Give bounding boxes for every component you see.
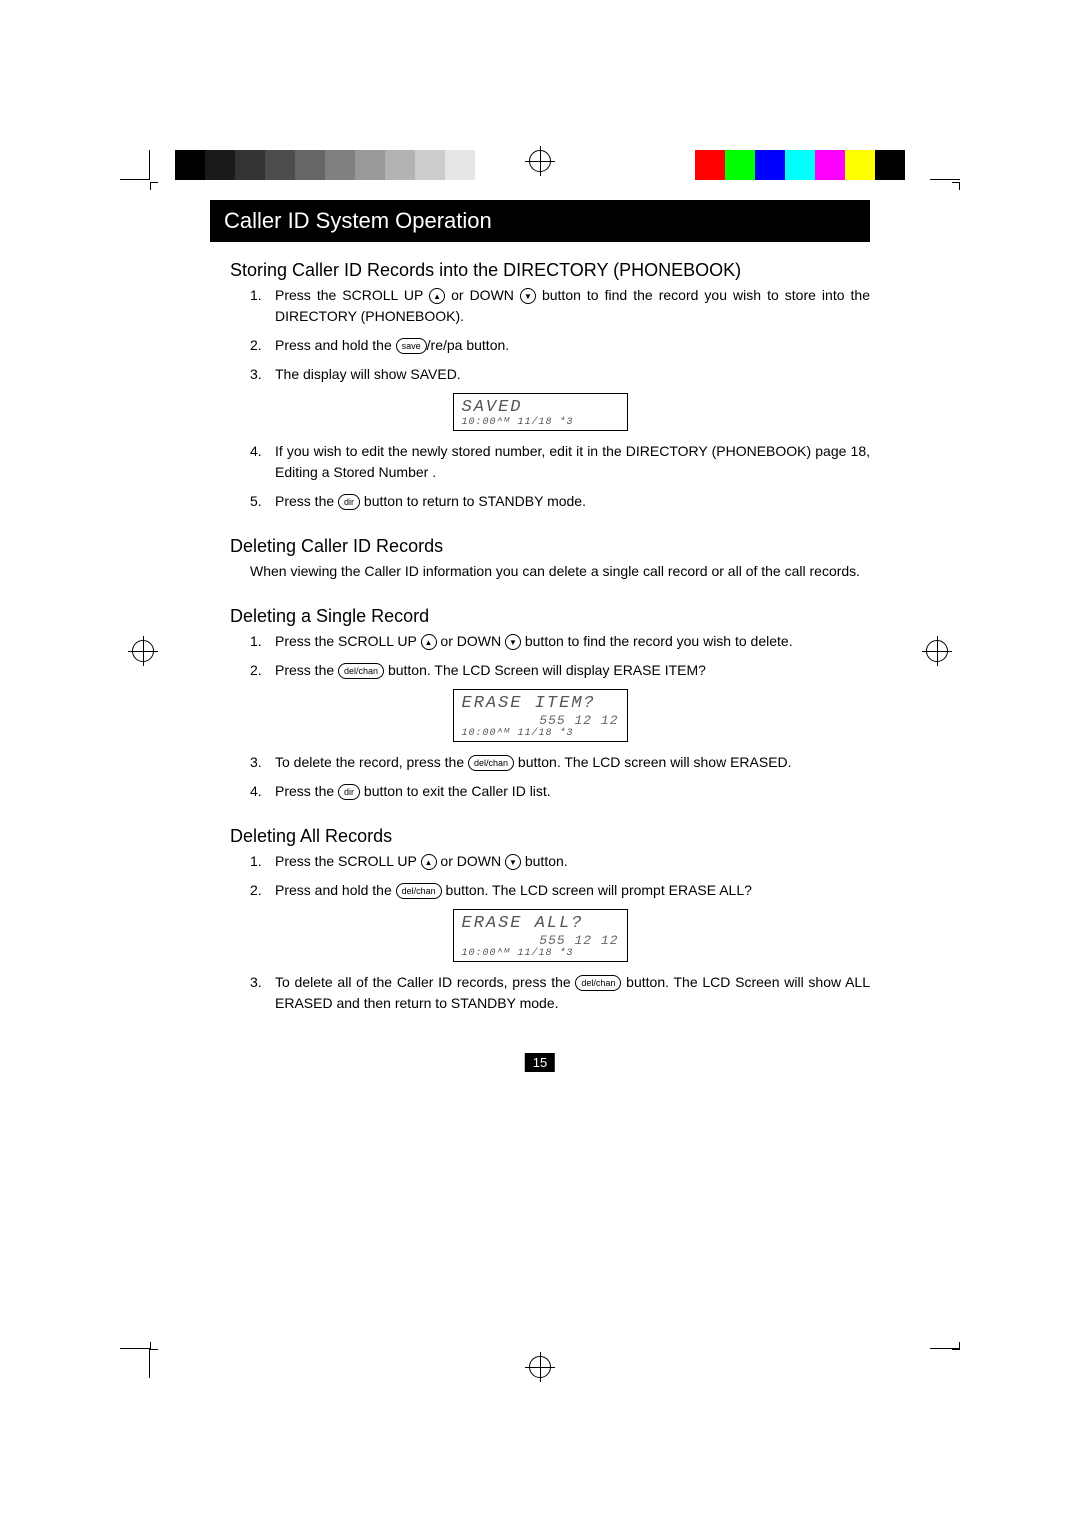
list-item: 2. Press and hold the del/chan button. T… [250,880,870,901]
registration-mark [926,640,948,662]
lcd-line: ERASE ALL? [462,914,619,933]
scroll-down-icon [520,288,536,304]
list-item: 3. To delete the record, press the del/c… [250,752,870,773]
del-chan-button-icon: del/chan [468,755,514,771]
list-item: 2. Press the del/chan button. The LCD Sc… [250,660,870,681]
crop-mark [952,1342,960,1350]
list-item: 1. Press the SCROLL UP or DOWN button to… [250,631,870,652]
lcd-line: SAVED [462,398,619,417]
all-list-2: 3. To delete all of the Caller ID record… [250,972,870,1014]
lcd-erase-item: ERASE ITEM? 555 12 12 10:00ᴬᴹ 11/18 *3 [453,689,628,742]
section-heading-all: Deleting All Records [230,826,870,847]
lcd-line: 10:00ᴬᴹ 11/18 *3 [462,948,619,959]
list-item: 1. Press the SCROLL UP or DOWN button to… [250,285,870,327]
dir-button-icon: dir [338,784,360,800]
crop-mark [150,1342,158,1350]
list-item: 3. The display will show SAVED. [250,364,870,385]
grayscale-bar [175,150,475,180]
crop-mark [120,1348,150,1378]
lcd-erase-all: ERASE ALL? 555 12 12 10:00ᴬᴹ 11/18 *3 [453,909,628,962]
page-title: Caller ID System Operation [210,200,870,242]
crop-mark [150,182,158,190]
scroll-down-icon [505,634,521,650]
section-heading-single: Deleting a Single Record [230,606,870,627]
del-chan-button-icon: del/chan [338,663,384,679]
scroll-down-icon [505,854,521,870]
scroll-up-icon [421,634,437,650]
crop-mark [120,150,150,180]
list-item: 2. Press and hold the save/re/pa button. [250,335,870,356]
page-number: 15 [525,1053,555,1072]
list-item: 3. To delete all of the Caller ID record… [250,972,870,1014]
list-item: 4. Press the dir button to exit the Call… [250,781,870,802]
list-item: 5. Press the dir button to return to STA… [250,491,870,512]
section-heading-storing: Storing Caller ID Records into the DIREC… [230,260,870,281]
lcd-line: ERASE ITEM? [462,694,619,713]
crop-mark [952,182,960,190]
list-item: 1. Press the SCROLL UP or DOWN button. [250,851,870,872]
page-content: Caller ID System Operation Storing Calle… [210,200,870,1022]
scroll-up-icon [421,854,437,870]
deleting-lead: When viewing the Caller ID information y… [250,561,870,582]
lcd-saved: SAVED 10:00ᴬᴹ 11/18 *3 [453,393,628,431]
all-list: 1. Press the SCROLL UP or DOWN button. 2… [250,851,870,901]
registration-mark [529,1356,551,1378]
registration-mark [529,150,551,172]
crop-mark [930,150,960,180]
lcd-line: 10:00ᴬᴹ 11/18 *3 [462,728,619,739]
storing-list: 1. Press the SCROLL UP or DOWN button to… [250,285,870,385]
lcd-line: 555 12 12 [462,713,619,728]
dir-button-icon: dir [338,494,360,510]
scroll-up-icon [429,288,445,304]
crop-mark [930,1348,960,1378]
save-button-icon: save [396,338,427,354]
storing-list-2: 4. If you wish to edit the newly stored … [250,441,870,512]
single-list-2: 3. To delete the record, press the del/c… [250,752,870,802]
section-heading-deleting: Deleting Caller ID Records [230,536,870,557]
color-bar [695,150,905,180]
single-list: 1. Press the SCROLL UP or DOWN button to… [250,631,870,681]
del-chan-button-icon: del/chan [396,883,442,899]
lcd-line: 555 12 12 [462,933,619,948]
registration-mark [132,640,154,662]
lcd-line: 10:00ᴬᴹ 11/18 *3 [462,417,619,428]
del-chan-button-icon: del/chan [575,975,621,991]
list-item: 4. If you wish to edit the newly stored … [250,441,870,483]
